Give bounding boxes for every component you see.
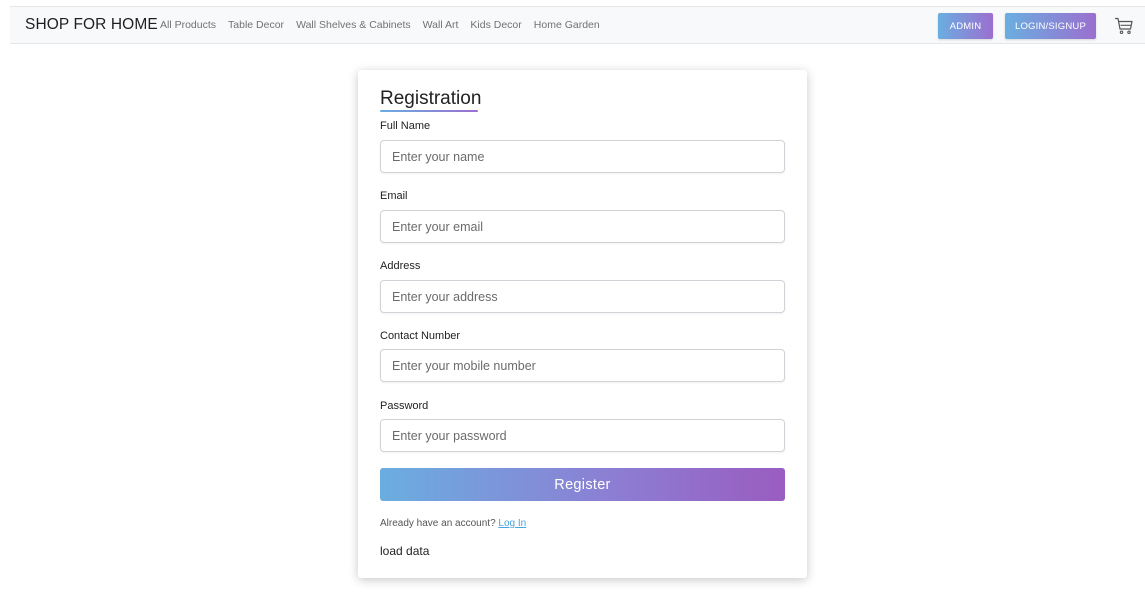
email-field[interactable] — [380, 210, 785, 243]
nav-links: All Products Table Decor Wall Shelves & … — [160, 19, 600, 31]
email-label: Email — [380, 190, 408, 202]
contact-number-label: Contact Number — [380, 330, 461, 342]
contact-number-field[interactable] — [380, 349, 785, 382]
load-data-text: load data — [380, 544, 430, 558]
top-navbar: SHOP FOR HOME All Products Table Decor W… — [10, 6, 1145, 44]
address-label: Address — [380, 260, 421, 272]
login-prompt: Already have an account? Log In — [380, 518, 526, 529]
password-field[interactable] — [380, 419, 785, 452]
login-signup-button[interactable]: LOGIN/SIGNUP — [1005, 13, 1096, 39]
nav-link-table-decor[interactable]: Table Decor — [228, 19, 284, 31]
register-button[interactable]: Register — [380, 468, 785, 501]
nav-link-all-products[interactable]: All Products — [160, 19, 216, 31]
admin-button[interactable]: ADMIN — [938, 13, 993, 39]
cart-icon[interactable] — [1114, 16, 1134, 36]
registration-card: Registration Full Name Email Address Con… — [358, 70, 807, 578]
login-prompt-text: Already have an account? — [380, 518, 496, 529]
full-name-label: Full Name — [380, 120, 431, 132]
title-underline — [380, 110, 478, 112]
address-field[interactable] — [380, 280, 785, 313]
nav-link-kids-decor[interactable]: Kids Decor — [470, 19, 521, 31]
brand-logo[interactable]: SHOP FOR HOME — [25, 16, 158, 34]
nav-link-wall-art[interactable]: Wall Art — [423, 19, 459, 31]
page-title: Registration — [380, 88, 482, 109]
password-label: Password — [380, 400, 429, 412]
nav-link-wall-shelves[interactable]: Wall Shelves & Cabinets — [296, 19, 411, 31]
nav-link-home-garden[interactable]: Home Garden — [534, 19, 600, 31]
full-name-field[interactable] — [380, 140, 785, 173]
login-link[interactable]: Log In — [498, 518, 526, 529]
